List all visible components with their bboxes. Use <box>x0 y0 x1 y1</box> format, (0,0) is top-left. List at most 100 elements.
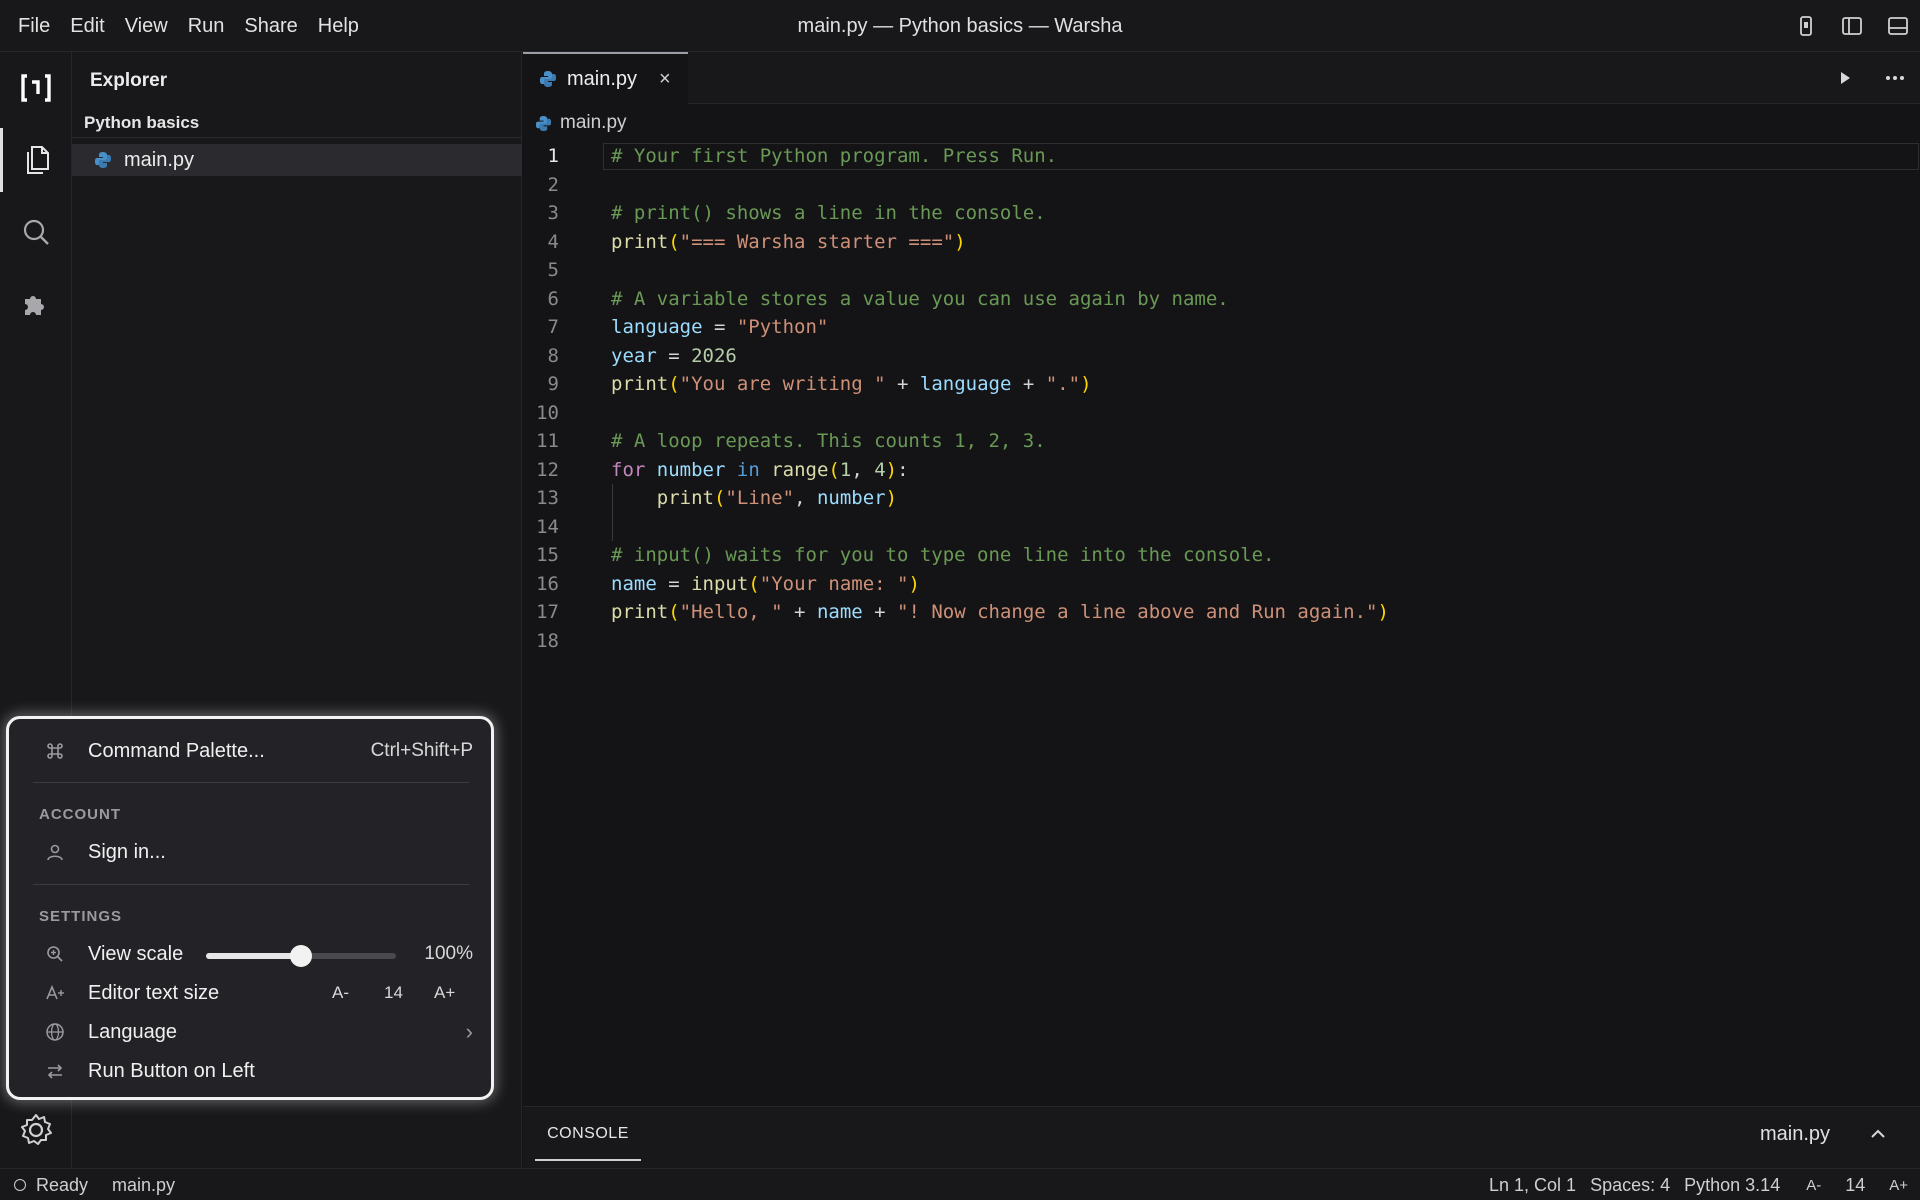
code-line[interactable]: 9 print("You are writing " + language + "… <box>523 370 1920 399</box>
code-line[interactable]: 4 print("=== Warsha starter ===") <box>523 228 1920 257</box>
indent-setting[interactable]: Spaces: 4 <box>1590 1175 1670 1196</box>
code-line[interactable]: 16 name = input("Your name: ") <box>523 570 1920 599</box>
status-font-down-button[interactable]: A- <box>1806 1177 1821 1194</box>
extensions-icon <box>25 296 44 315</box>
code-text: # Your first Python program. Press Run. <box>611 142 1057 171</box>
activity-extensions[interactable] <box>0 272 72 336</box>
sidebar-toggle-icon[interactable] <box>1840 14 1864 38</box>
sign-in-label: Sign in... <box>88 840 166 863</box>
code-line[interactable]: 10 <box>523 399 1920 428</box>
code-line[interactable]: 5 <box>523 256 1920 285</box>
code-token: "Python" <box>736 316 829 338</box>
code-token: = <box>656 344 692 367</box>
code-token: ) <box>1377 601 1389 623</box>
code-editor[interactable]: 1 # Your first Python program. Press Run.… <box>523 142 1920 655</box>
account-header: ACCOUNT <box>39 806 121 823</box>
logo-icon <box>21 74 51 102</box>
code-token: input <box>691 572 749 595</box>
code-token: + <box>862 601 898 623</box>
divider <box>33 782 469 783</box>
line-number: 3 <box>547 202 559 224</box>
code-token: "Line" <box>725 487 795 509</box>
tab-main-py[interactable]: main.py × <box>523 52 688 104</box>
editor-text-size-label: Editor text size <box>88 981 220 1004</box>
language-mode[interactable]: Python 3.14 <box>1684 1175 1780 1196</box>
settings-header: SETTINGS <box>39 908 123 925</box>
activity-search[interactable] <box>0 200 72 264</box>
code-token: + <box>782 601 817 623</box>
code-token: ( <box>668 601 680 623</box>
status-font-up-button[interactable]: A+ <box>1889 1177 1908 1194</box>
code-token: ( <box>668 230 680 253</box>
line-number: 18 <box>536 629 559 652</box>
gear-icon[interactable] <box>17 1111 55 1149</box>
sign-in-item[interactable]: Sign in... <box>9 834 491 870</box>
code-line[interactable]: 12 for number in range(1, 4): <box>523 456 1920 485</box>
text-size-increase-button[interactable]: A+ <box>434 983 455 1003</box>
code-token: print <box>611 601 669 623</box>
panel-toggle-icon[interactable] <box>1886 14 1910 38</box>
tab-close-button[interactable]: × <box>659 68 671 91</box>
menu-view[interactable]: View <box>115 15 178 38</box>
text-size-decrease-button[interactable]: A- <box>332 983 349 1003</box>
code-token: ( <box>713 487 726 509</box>
command-palette-item[interactable]: Command Palette... Ctrl+Shift+P <box>9 733 491 769</box>
code-line[interactable]: 2 <box>523 171 1920 200</box>
logo-button[interactable] <box>0 56 72 120</box>
run-icon[interactable] <box>1836 69 1854 87</box>
code-line[interactable]: 11 # A loop repeats. This counts 1, 2, 3. <box>523 427 1920 456</box>
menu-edit[interactable]: Edit <box>60 15 114 38</box>
code-token: ( <box>668 373 680 395</box>
code-text: for number in range(1, 4): <box>611 456 909 485</box>
more-icon[interactable] <box>1884 69 1906 87</box>
editor-text-size-item: Editor text size A- 14 A+ <box>9 975 491 1011</box>
run-button-left-item[interactable]: Run Button on Left <box>9 1053 491 1089</box>
folder-python-basics[interactable]: Python basics <box>72 108 522 138</box>
python-file-icon <box>535 115 552 131</box>
code-line[interactable]: 18 <box>523 627 1920 656</box>
console-tab[interactable]: CONSOLE <box>535 1107 641 1161</box>
indent-guide <box>612 484 613 541</box>
line-number: 6 <box>547 287 559 310</box>
device-icon[interactable] <box>1794 14 1818 38</box>
view-scale-fill <box>206 953 301 959</box>
file-main-py[interactable]: main.py <box>72 144 522 176</box>
code-token: name <box>611 572 657 595</box>
code-token: print <box>611 373 669 395</box>
code-token: 2026 <box>691 344 737 367</box>
line-number: 8 <box>547 344 559 367</box>
title-bar: File Edit View Run Share Help main.py — … <box>0 0 1920 52</box>
code-line[interactable]: 3 # print() shows a line in the console. <box>523 199 1920 228</box>
cursor-position[interactable]: Ln 1, Col 1 <box>1489 1175 1576 1196</box>
code-line[interactable]: 7 language = "Python" <box>523 313 1920 342</box>
code-line[interactable]: 1 # Your first Python program. Press Run. <box>523 142 1920 171</box>
code-text: language = "Python" <box>611 313 828 342</box>
chevron-up-icon[interactable] <box>1866 1122 1890 1146</box>
view-scale-slider[interactable] <box>206 945 396 967</box>
language-item[interactable]: Language › <box>9 1014 491 1050</box>
code-token: language <box>919 373 1012 395</box>
code-line[interactable]: 8 year = 2026 <box>523 342 1920 371</box>
code-token: "You are writing " <box>679 373 886 395</box>
menu-file[interactable]: File <box>8 15 60 38</box>
view-scale-handle[interactable] <box>290 945 312 967</box>
line-number: 16 <box>536 572 559 595</box>
editor-area: main.py × main.py 1 # Your first Python p… <box>523 52 1920 1106</box>
menu-run[interactable]: Run <box>178 15 235 38</box>
line-number: 1 <box>547 145 559 167</box>
activity-explorer[interactable] <box>0 128 72 192</box>
code-line[interactable]: 15 # input() waits for you to type one li… <box>523 541 1920 570</box>
code-line[interactable]: 17 print("Hello, " + name + "! Now change… <box>523 598 1920 627</box>
code-line[interactable]: 6 # A variable stores a value you can use… <box>523 285 1920 314</box>
menu-share[interactable]: Share <box>234 15 307 38</box>
command-icon <box>47 743 63 759</box>
code-token: # Your first Python program. Press Run. <box>611 145 1058 167</box>
code-line[interactable]: 14 <box>523 513 1920 542</box>
code-line[interactable]: 13 print("Line", number) <box>523 484 1920 513</box>
menu-help[interactable]: Help <box>308 15 369 38</box>
line-number: 4 <box>547 230 559 253</box>
code-text: year = 2026 <box>611 342 737 371</box>
breadcrumb-file[interactable]: main.py <box>560 112 627 134</box>
code-token: range <box>771 458 829 481</box>
